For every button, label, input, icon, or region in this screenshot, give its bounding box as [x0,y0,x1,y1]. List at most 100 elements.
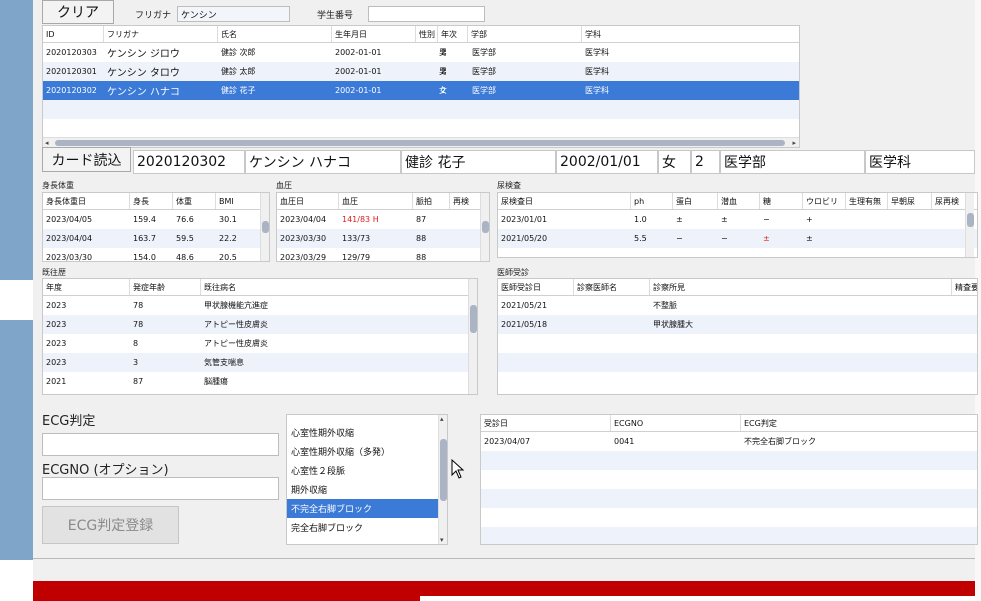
column-header[interactable]: 氏名 [218,26,332,42]
scrollbar-thumb[interactable] [482,221,489,233]
column-header[interactable]: 糖 [760,193,803,209]
clear-button[interactable]: クリア [42,0,114,24]
card-year-field[interactable]: 2 [691,150,720,174]
scrollbar-thumb[interactable] [262,221,269,233]
ecg-judgement-input[interactable] [42,433,279,456]
column-header[interactable]: 受診日 [481,415,611,431]
list-item[interactable]: 心室性期外収縮 [287,423,447,442]
scroll-right-icon[interactable]: ▸ [792,139,796,147]
vertical-scrollbar[interactable] [965,193,974,257]
column-header[interactable]: 学部 [468,26,582,42]
scroll-left-icon[interactable]: ◂ [45,139,49,147]
card-name-field[interactable]: 健診 花子 [401,150,556,174]
column-header[interactable]: 学科 [582,26,799,42]
column-header[interactable]: 年次 [438,26,468,42]
column-header[interactable]: 身長体重日 [43,193,130,209]
cell-year: 2 [441,48,447,57]
scroll-up-icon[interactable]: ▴ [440,415,444,423]
column-header[interactable]: 診察所見 [650,279,952,295]
ecg-judgement-listbox[interactable]: 心室性期外収縮 心室性期外収縮（多発） 心室性２段脈 期外収縮 不完全右脚ブロッ… [286,414,448,545]
cell-height: 159.4 [133,215,156,224]
table-row-empty [481,470,977,489]
column-header[interactable]: 発症年齢 [130,279,201,295]
column-header[interactable]: フリガナ [104,26,218,42]
scrollbar-thumb[interactable] [967,213,974,227]
students-table: ID フリガナ 氏名 生年月日 性別 年次 学部 学科 2020120303 ケ… [42,25,800,148]
ecg-register-button[interactable]: ECG判定登録 [42,506,179,544]
column-header[interactable]: 身長 [130,193,173,209]
scrollbar-thumb[interactable] [470,305,477,333]
cell-recheck [450,210,453,229]
column-header[interactable]: 年度 [43,279,130,295]
table-row[interactable]: 2023/04/07 0041 不完全右脚ブロック [481,432,977,451]
column-header[interactable]: 精査要 [952,279,977,295]
column-header[interactable]: 早朝尿 [888,193,932,209]
list-item[interactable]: 期外収縮 [287,480,447,499]
cell-ph: 1.0 [634,215,647,224]
table-row[interactable]: 2020120301 ケンシン タロウ 健診 太郎 2002-01-01 男 2… [43,62,799,81]
table-row[interactable]: 2023/03/30 154.0 48.6 20.5 [43,248,269,261]
column-header[interactable]: 生理有無 [846,193,888,209]
vertical-scrollbar[interactable]: ▴ ▾ [438,415,447,544]
scrollbar-thumb[interactable] [55,140,785,146]
list-item[interactable]: 心室性２段脈 [287,461,447,480]
column-header[interactable]: 体重 [173,193,216,209]
list-item-selected[interactable]: 不完全右脚ブロック [287,499,447,518]
column-header[interactable]: 生年月日 [332,26,416,42]
horizontal-scrollbar[interactable]: ◂ ▸ [43,137,799,147]
table-row[interactable]: 2023 78 アトピー性皮膚炎 [43,315,477,334]
column-header[interactable]: 診察医師名 [574,279,650,295]
table-row-selected[interactable]: 2020120302 ケンシン ハナコ 健診 花子 2002-01-01 女 2… [43,81,799,100]
scroll-down-icon[interactable]: ▾ [440,536,444,544]
card-sex-field[interactable]: 女 [658,150,691,174]
column-header[interactable]: 再検 [450,193,481,209]
table-row[interactable]: 2023 3 気管支喘息 [43,353,477,372]
card-dept-field[interactable]: 医学科 [865,150,975,174]
vertical-scrollbar[interactable] [480,193,489,261]
list-item[interactable]: 心室性期外収縮（多発） [287,442,447,461]
column-header[interactable]: 血圧 [339,193,413,209]
card-read-button[interactable]: カード読込 [42,147,131,172]
table-row[interactable]: 2023/03/29 129/79 88 [277,248,489,261]
table-row[interactable]: 2021/05/18 甲状腺腫大 [498,315,977,334]
column-header[interactable]: ID [43,26,104,42]
table-row[interactable]: 2020120303 ケンシン ジロウ 健診 次郎 2002-01-01 男 2… [43,43,799,62]
column-header[interactable]: 脈拍 [413,193,450,209]
column-header[interactable]: ECG判定 [741,415,977,431]
table-row[interactable]: 2021 87 脳腫瘍 [43,372,477,391]
table-row[interactable]: 2023/01/01 1.0 ± ± − + [498,210,977,229]
cell-recheck [450,229,453,248]
vertical-scrollbar[interactable] [260,193,269,261]
table-row[interactable]: 2023/04/04 141/83 H 87 [277,210,489,229]
table-row[interactable]: 2023 8 アトピー性皮膚炎 [43,334,477,353]
list-item[interactable]: 完全右脚ブロック [287,518,447,537]
column-header[interactable]: 医師受診日 [498,279,574,295]
column-header[interactable]: 性別 [416,26,438,42]
vertical-scrollbar[interactable] [468,279,477,394]
column-header[interactable]: 既往病名 [201,279,469,295]
card-birth-field[interactable]: 2002/01/01 [556,150,658,174]
column-header[interactable]: 潜血 [718,193,760,209]
card-id-field[interactable]: 2020120302 [133,150,245,174]
column-header[interactable]: ph [631,193,673,209]
table-row[interactable]: 2023/04/05 159.4 76.6 30.1 [43,210,269,229]
card-furigana-field[interactable]: ケンシン ハナコ [245,150,401,174]
column-header[interactable]: ECGNO [611,415,741,431]
table-row[interactable]: 2023/03/30 133/73 88 [277,229,489,248]
student-no-input[interactable] [368,6,485,22]
list-item-partial [287,415,447,423]
column-header[interactable]: BMI [216,193,261,209]
scrollbar-thumb[interactable] [440,439,447,501]
table-row[interactable]: 2023 78 甲状腺機能亢進症 [43,296,477,315]
table-row[interactable]: 2023/04/04 163.7 59.5 22.2 [43,229,269,248]
card-faculty-field[interactable]: 医学部 [720,150,865,174]
table-row[interactable]: 2021/05/20 5.5 − − ± ± [498,229,977,248]
ecgno-input[interactable] [42,477,279,500]
table-row[interactable]: 2021/05/21 不整脈 [498,296,977,315]
column-header[interactable]: 尿検査日 [498,193,631,209]
furigana-search-input[interactable]: ケンシン [177,6,290,22]
column-header[interactable]: 蛋白 [673,193,718,209]
column-header[interactable]: 血圧日 [277,193,339,209]
column-header[interactable]: ウロビリ [803,193,846,209]
cell-disease: アトピー性皮膚炎 [204,339,268,348]
